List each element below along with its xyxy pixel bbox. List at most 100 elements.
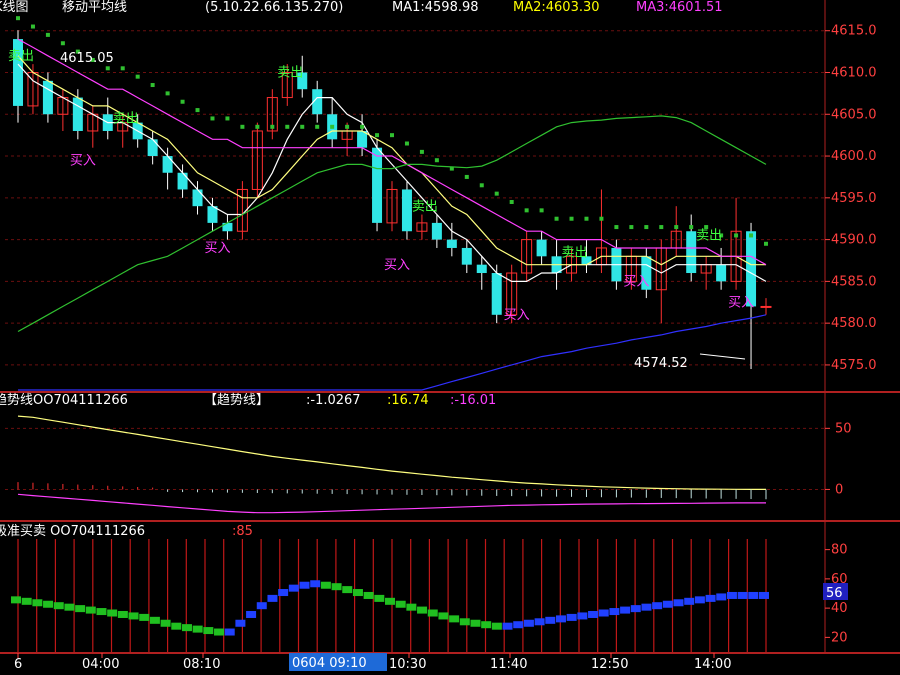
time-tick-label: 14:00 (694, 657, 731, 672)
envelope-dot (375, 133, 380, 138)
candlestick-panel (13, 30, 772, 369)
indicator-bar (32, 599, 43, 607)
indicator-bar (694, 596, 705, 604)
trading-chart[interactable]: 4575.0 4580.0 4585.0 4590.0 4595.0 4600.0 4605… (0, 0, 900, 675)
envelope-dot (210, 116, 215, 121)
indicator-bar (374, 594, 385, 602)
buy-signal: 买入 (623, 275, 649, 290)
indicator-bar (406, 603, 417, 611)
price-tick-label: 4615.0 (831, 24, 877, 39)
candle-body (476, 264, 487, 274)
sell-signal: 卖出 (8, 49, 34, 64)
envelope-dot (165, 91, 170, 96)
time-tick-label: 08:10 (183, 657, 220, 672)
bottom-tick-label: 40 (831, 601, 848, 616)
envelope-dot (16, 16, 20, 21)
indicator-bar (662, 600, 673, 608)
buy-signal: 买入 (728, 295, 754, 310)
candle-body (177, 172, 188, 190)
envelope-dot (240, 124, 245, 129)
indicator-bar (246, 610, 257, 618)
envelope-dot (659, 225, 664, 230)
indicator-bar (652, 602, 663, 610)
indicator-bar (181, 624, 192, 632)
candle-body (42, 80, 53, 115)
time-axis: 0604 09:10 6 04:00 08:10 10:30 11:40 12:50 14:… (14, 653, 731, 672)
envelope-dot (539, 208, 544, 213)
envelope-dot (419, 149, 424, 154)
indicator-bar (588, 610, 599, 618)
ma3-value: MA3:4601.51 (636, 0, 723, 15)
candle-body (716, 264, 727, 282)
envelope-dot (30, 24, 35, 29)
envelope-dot (404, 141, 409, 146)
indicator-bar (385, 597, 395, 605)
high-value-label: 4615.05 (60, 51, 114, 66)
price-tick-label: 4590.0 (831, 233, 877, 248)
indicator-bar (299, 581, 310, 589)
indicator-bar (363, 591, 374, 599)
ma1-value: MA1:4598.98 (392, 0, 479, 15)
indicator-bar (267, 594, 278, 602)
trend-series-1 (17, 415, 766, 490)
indicator-bar (449, 615, 460, 623)
time-tick-label: 12:50 (591, 657, 628, 672)
indicator-bar (171, 622, 182, 630)
candle-body (446, 239, 457, 248)
indicator-bar (96, 608, 107, 616)
buy-signal: 买入 (384, 258, 410, 273)
envelope-dot (644, 225, 649, 230)
indicator-bar (513, 621, 524, 629)
indicator-bar (641, 603, 652, 611)
trend-value-2: :16.74 (387, 393, 429, 408)
trend-header: 趋势线OO704111266 【趋势线】 :-1.0267 :16.74 :-1… (0, 392, 496, 408)
candle-body (491, 273, 502, 315)
indicator-bar (11, 596, 21, 604)
indicator-bar (630, 605, 641, 613)
bottom-tick-label: 80 (831, 543, 848, 558)
sell-signal: 卖出 (277, 66, 303, 81)
indicator-bar (491, 622, 502, 630)
price-tick-label: 4610.0 (831, 65, 877, 80)
candle-body (431, 222, 442, 240)
indicator-bar (417, 606, 428, 614)
bottom-tick-label: 20 (831, 630, 848, 645)
indicator-bar (64, 603, 75, 611)
envelope-dot (255, 124, 260, 129)
indicator-bar (523, 619, 534, 627)
envelope-dot (300, 124, 305, 129)
indicator-bar (726, 591, 737, 599)
indicator-bar (43, 600, 54, 608)
indicator-bar (620, 606, 631, 614)
indicator-bar (555, 615, 566, 623)
envelope-dot (330, 124, 335, 129)
indicator-bar (566, 613, 577, 621)
time-tick-label: 11:40 (490, 657, 527, 672)
envelope-dot (225, 116, 230, 121)
indicator-bar (737, 591, 748, 599)
envelope-dot (135, 74, 140, 79)
indicator-bar (21, 597, 32, 605)
trend-series-2 (17, 493, 766, 514)
date-marker: 0604 09:10 (292, 656, 367, 671)
indicator-bar (53, 602, 64, 610)
indicator-bar (75, 605, 86, 613)
indicator-bar (107, 609, 118, 617)
envelope-dot (479, 183, 484, 188)
envelope-dot (285, 124, 290, 129)
candle-body (686, 231, 697, 274)
bottom-header: 极准买卖 OO704111266 :85 (0, 524, 253, 539)
envelope-dot (464, 174, 469, 179)
indicator-bar (705, 594, 716, 602)
candle-body (760, 305, 772, 308)
price-tick-label: 4605.0 (831, 107, 877, 122)
envelope-dot (764, 241, 768, 246)
sell-signal: 卖出 (412, 199, 438, 214)
envelope-dot (734, 233, 739, 238)
envelope-dot (60, 41, 65, 46)
indicator-bar (278, 589, 289, 597)
low-value-label: 4574.52 (634, 356, 688, 371)
ma-label: 移动平均线 (62, 0, 127, 15)
time-tick-label: 04:00 (82, 657, 119, 672)
indicator-bar (609, 608, 620, 616)
